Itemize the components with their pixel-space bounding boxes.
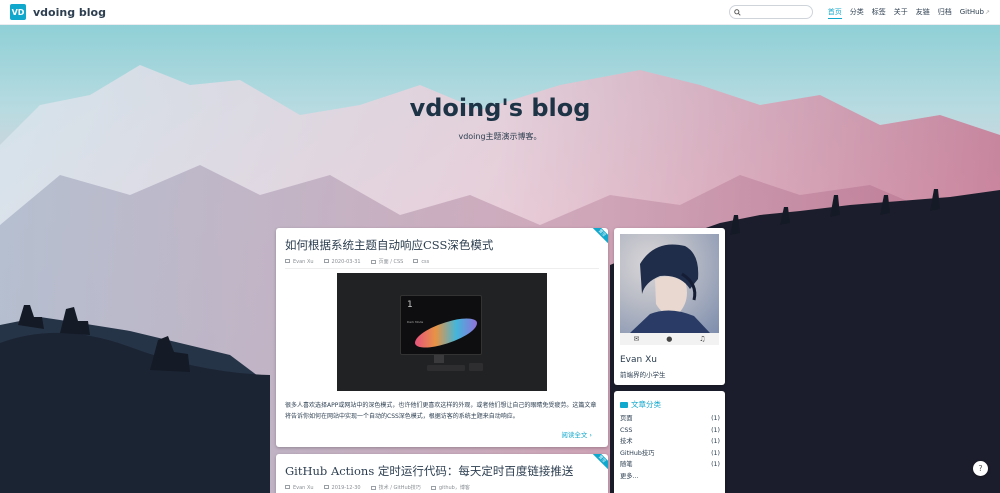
post-cover-image[interactable]: 1 Dark Mode	[337, 273, 547, 391]
search-box	[728, 5, 813, 19]
post-categories-text: 页面 / CSS	[378, 259, 404, 265]
post-card: 置顶 如何根据系统主题自动响应CSS深色模式 Evan Xu 2020-03-3…	[276, 228, 608, 447]
nav-friends[interactable]: 友链	[916, 6, 930, 19]
categories-card: 文章分类 页面 (1) CSS (1) 技术 (1) GitHub技巧 (1) 随笔 (1…	[614, 391, 725, 493]
user-icon	[285, 485, 290, 489]
post-tags[interactable]: css	[413, 259, 429, 265]
banner-description: vdoing主题演示博客。	[458, 132, 542, 141]
help-button[interactable]: ?	[973, 461, 988, 476]
post-author[interactable]: Evan Xu	[285, 259, 314, 265]
avatar	[620, 234, 719, 333]
github-icon[interactable]: ●	[666, 335, 672, 343]
banner-title: vdoing's blog	[409, 94, 591, 122]
categories-title[interactable]: 文章分类	[620, 399, 661, 410]
search-input[interactable]	[742, 8, 809, 16]
post-excerpt: 很多人喜欢选择APP或网站中的深色模式，也许他们更喜欢这样的外观，或者他们想让自…	[285, 402, 597, 420]
post-categories-text: 技术 / GitHub技巧	[378, 485, 421, 491]
post-card: 置顶 GitHub Actions 定时运行代码：每天定时百度链接推送 Evan…	[276, 454, 608, 493]
post-title[interactable]: 如何根据系统主题自动响应CSS深色模式	[285, 237, 493, 253]
nav-about[interactable]: 关于	[894, 6, 908, 19]
nav-right: 首页 分类 标签 关于 友链 归档 GitHub↗	[728, 5, 990, 19]
category-item[interactable]: GitHub技巧 (1)	[620, 448, 720, 460]
nav-github-label: GitHub	[959, 7, 984, 16]
tag-icon	[413, 259, 419, 263]
monitor-text: Dark Mode	[407, 320, 424, 324]
category-item[interactable]: 页面 (1)	[620, 413, 720, 425]
category-list: 页面 (1) CSS (1) 技术 (1) GitHub技巧 (1) 随笔 (1) 更多.…	[620, 413, 720, 482]
search-icon	[733, 8, 741, 16]
category-item[interactable]: 技术 (1)	[620, 436, 720, 448]
folder-icon	[370, 259, 376, 264]
profile-card: ✉ ● ♫ Evan Xu 前端界的小学生	[614, 228, 725, 385]
monitor-stand	[434, 355, 444, 363]
nav-archives[interactable]: 归档	[938, 6, 952, 19]
nav-github[interactable]: GitHub↗	[960, 6, 990, 19]
author-slogan: 前端界的小学生	[620, 371, 666, 379]
category-item[interactable]: 随笔 (1)	[620, 459, 720, 471]
category-label: 随笔	[620, 461, 633, 468]
nav-home[interactable]: 首页	[827, 6, 842, 19]
folder-icon	[370, 485, 376, 490]
folder-icon	[620, 401, 628, 408]
category-count: (1)	[711, 438, 720, 445]
site-name[interactable]: vdoing blog	[33, 6, 106, 19]
site-logo[interactable]: VD	[10, 4, 26, 20]
category-label: GitHub技巧	[620, 449, 655, 457]
nav-links: 首页 分类 标签 关于 友链 归档 GitHub↗	[820, 6, 990, 19]
post-author-text: Evan Xu	[293, 258, 314, 265]
sticky-ribbon: 置顶	[587, 454, 608, 474]
post-meta: Evan Xu 2020-03-31 页面 / CSS css	[285, 258, 439, 265]
post-date: 2020-03-31	[323, 258, 361, 265]
nav-categories[interactable]: 分类	[850, 6, 864, 19]
post-meta: Evan Xu 2019-12-30 技术 / GitHub技巧 github，…	[285, 484, 480, 491]
social-links: ✉ ● ♫	[620, 333, 719, 345]
sticky-ribbon: 置顶	[587, 228, 608, 248]
category-item[interactable]: CSS (1)	[620, 425, 720, 437]
user-icon	[285, 259, 290, 263]
nav-tags[interactable]: 标签	[872, 6, 886, 19]
navbar: VD vdoing blog 首页 分类 标签 关于 友链 归档 GitHub↗	[0, 0, 1000, 25]
post-tags[interactable]: github，博客	[430, 484, 470, 491]
keyboard-illustration	[427, 365, 465, 371]
read-more-label: 阅读全文	[561, 431, 588, 439]
categories-title-label: 文章分类	[631, 400, 661, 409]
post-tags-text: github，博客	[438, 485, 470, 491]
category-count: (1)	[711, 426, 720, 434]
monitor-illustration: 1 Dark Mode	[400, 295, 482, 355]
category-count: (1)	[711, 449, 720, 457]
category-label: 技术	[620, 438, 633, 445]
post-date: 2019-12-30	[323, 484, 361, 491]
more-categories-link[interactable]: 更多...	[620, 471, 720, 483]
read-more-link[interactable]: 阅读全文 ›	[561, 429, 592, 439]
author-name: Evan Xu	[620, 355, 657, 365]
post-date-text: 2020-03-31	[331, 258, 361, 265]
tag-icon	[430, 485, 436, 490]
calendar-icon	[323, 259, 329, 263]
calendar-icon	[323, 485, 329, 489]
post-tags-text: css	[421, 258, 430, 265]
post-title[interactable]: GitHub Actions 定时运行代码：每天定时百度链接推送	[285, 463, 573, 479]
external-link-icon: ↗	[984, 8, 990, 16]
music-icon[interactable]: ♫	[699, 335, 705, 343]
chevron-right-icon: ›	[589, 431, 592, 439]
category-label: 页面	[620, 415, 633, 422]
post-author-text: Evan Xu	[293, 484, 314, 491]
post-date-text: 2019-12-30	[331, 484, 361, 491]
mail-icon[interactable]: ✉	[633, 335, 639, 343]
meta-divider	[285, 268, 599, 269]
avatar-illustration	[630, 244, 710, 333]
category-label: CSS	[620, 426, 633, 434]
monitor-number: 1	[407, 300, 413, 310]
post-author[interactable]: Evan Xu	[285, 485, 314, 491]
post-categories[interactable]: 技术 / GitHub技巧	[370, 484, 421, 491]
category-count: (1)	[711, 461, 720, 468]
trackpad-illustration	[469, 363, 483, 371]
post-categories[interactable]: 页面 / CSS	[370, 258, 404, 265]
category-count: (1)	[711, 415, 720, 422]
